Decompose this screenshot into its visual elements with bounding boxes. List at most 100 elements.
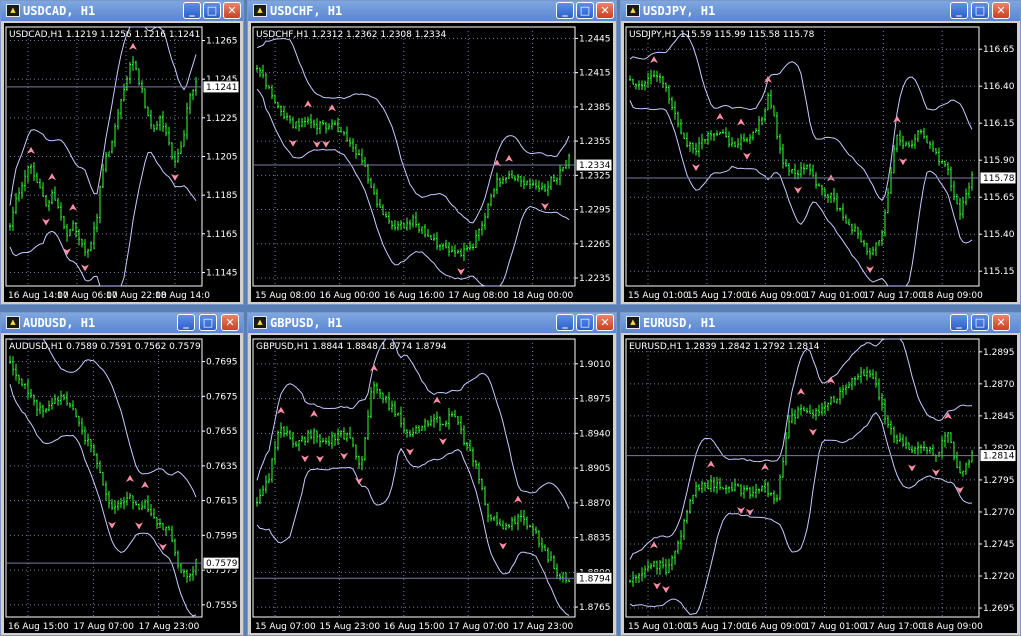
fractal-down-arrow-icon [340, 452, 348, 460]
minimize-icon[interactable]: _ [177, 314, 195, 331]
y-tick-label: 1.2695 [983, 604, 1015, 614]
fractal-up-arrow-icon [433, 396, 441, 404]
x-tick-label: 18 Aug 09:00 [922, 291, 983, 301]
y-tick-label: 1.8870 [579, 499, 611, 509]
y-tick-label: 1.2355 [579, 137, 611, 147]
y-tick-label: 0.7555 [206, 601, 238, 611]
chart-window-usdchf[interactable]: ▲ USDCHF, H1 _ □ ✕ 1.2445 1.2415 1.2385 1.2… [247, 0, 617, 305]
minimize-icon[interactable]: _ [950, 314, 968, 331]
fractal-down-arrow-icon [439, 438, 447, 446]
minimize-icon[interactable]: _ [556, 314, 574, 331]
y-tick-label: 1.2325 [579, 171, 611, 181]
x-tick-label: 15 Aug 17:00 [687, 291, 748, 301]
fractal-down-arrow-icon [171, 173, 179, 181]
fractal-down-arrow-icon [81, 264, 89, 272]
x-tick-label: 17 Aug 01:00 [805, 291, 866, 301]
fractal-down-arrow-icon [541, 202, 549, 210]
chart-app-icon: ▲ [626, 4, 640, 17]
y-tick-label: 1.8905 [579, 464, 611, 474]
fractal-down-arrow-icon [908, 464, 916, 472]
x-tick-label: 15 Aug 01:00 [628, 622, 689, 632]
price-chart[interactable]: 1.12651.12451.12251.12051.11851.11651.11… [4, 23, 242, 302]
fractal-down-arrow-icon [653, 582, 661, 590]
maximize-icon[interactable]: □ [971, 2, 989, 19]
close-icon[interactable]: ✕ [221, 314, 239, 331]
price-chart[interactable]: 116.65 116.40 116.15 115.90 115.65 115.40 115.… [624, 23, 1019, 302]
fractal-down-arrow-icon [108, 521, 116, 529]
chart-plot-area[interactable]: 116.65 116.40 116.15 115.90 115.65 115.40 115.… [624, 23, 1017, 302]
fractal-up-arrow-icon [893, 115, 901, 123]
close-icon[interactable]: ✕ [223, 2, 241, 19]
window-titlebar[interactable]: ▲ USDCAD, H1 _ □ ✕ [1, 1, 243, 21]
window-titlebar[interactable]: ▲ USDCHF, H1 _ □ ✕ [248, 1, 616, 21]
plot-frame [252, 338, 576, 618]
chart-plot-area[interactable]: 0.7695 0.7675 0.7655 0.7635 0.7615 0.7595 0.75… [4, 335, 240, 633]
fractal-up-arrow-icon [761, 463, 769, 471]
symbol-info-label: USDJPY,H1 115.59 115.99 115.58 115.78 [629, 30, 815, 40]
maximize-icon[interactable]: □ [203, 2, 221, 19]
y-tick-label: 1.2795 [983, 476, 1015, 486]
chart-plot-area[interactable]: 1.2895 1.2870 1.2845 1.2820 1.2795 1.2770 1.27… [624, 335, 1017, 633]
y-tick-label: 1.1205 [206, 153, 238, 163]
window-titlebar[interactable]: ▲ USDJPY, H1 _ □ ✕ [621, 1, 1020, 21]
fractal-down-arrow-icon [737, 507, 745, 515]
fractal-down-arrow-icon [899, 158, 907, 166]
y-tick-label: 0.7615 [206, 497, 238, 507]
y-tick-label: 115.65 [983, 193, 1015, 203]
last-price-label: 115.78 [983, 174, 1015, 184]
window-title: USDCHF, H1 [270, 4, 343, 18]
maximize-icon[interactable]: □ [576, 2, 594, 19]
minimize-icon[interactable]: _ [183, 2, 201, 19]
maximize-icon[interactable]: □ [199, 314, 217, 331]
fractal-down-arrow-icon [794, 186, 802, 194]
minimize-icon[interactable]: _ [556, 2, 574, 19]
window-titlebar[interactable]: ▲ AUDUSD, H1 _ □ ✕ [1, 313, 243, 333]
fractal-down-arrow-icon [313, 140, 321, 148]
y-tick-label: 1.8835 [579, 534, 611, 544]
y-tick-label: 1.2845 [983, 412, 1015, 422]
fractal-down-arrow-icon [406, 448, 414, 456]
chart-plot-area[interactable]: 1.2445 1.2415 1.2385 1.2355 1.2325 1.2295 1.22… [251, 23, 613, 302]
fractal-down-arrow-icon [457, 268, 465, 276]
chart-window-usdcad[interactable]: ▲ USDCAD, H1 _ □ ✕ 1.1265 1.1245 1.1225 1.1… [0, 0, 244, 305]
chart-window-usdjpy[interactable]: ▲ USDJPY, H1 _ □ ✕ 116.65 116.40 116.15 115… [620, 0, 1021, 305]
x-tick-label: 16 Aug 15:00 [384, 622, 445, 632]
chart-plot-area[interactable]: 1.90101.89751.89401.89051.88701.88351.88… [251, 335, 613, 633]
close-icon[interactable]: ✕ [596, 2, 614, 19]
maximize-icon[interactable]: □ [576, 314, 594, 331]
fractal-down-arrow-icon [301, 455, 309, 463]
symbol-info-label: USDCHF,H1 1.2312 1.2362 1.2308 1.2334 [256, 30, 446, 40]
chart-plot-area[interactable]: 1.1265 1.1245 1.1225 1.1205 1.1185 1.1165 1.11… [4, 23, 240, 302]
symbol-info-label: AUDUSD,H1 0.7589 0.7591 0.7562 0.7579 [9, 342, 201, 352]
chart-window-audusd[interactable]: ▲ AUDUSD, H1 _ □ ✕ 0.7695 0.7675 0.7655 0.7… [0, 312, 244, 636]
fractal-up-arrow-icon [514, 495, 522, 503]
y-tick-label: 1.2720 [983, 572, 1015, 582]
price-chart[interactable]: 1.90101.89751.89401.89051.88701.88351.88… [251, 335, 615, 633]
x-tick-label: 17 Aug 17:00 [863, 622, 924, 632]
y-tick-label: 1.8765 [579, 603, 611, 613]
fractal-down-arrow-icon [355, 477, 363, 485]
plot-frame [625, 338, 980, 618]
minimize-icon[interactable]: _ [950, 2, 968, 19]
price-chart[interactable]: 1.28951.28701.28451.28201.27951.27701.27… [624, 335, 1019, 633]
chart-app-icon: ▲ [253, 4, 267, 17]
chart-window-gbpusd[interactable]: ▲ GBPUSD, H1 _ □ ✕ 1.9010 1.8975 1.8940 1.8… [247, 312, 617, 636]
y-tick-label: 1.1225 [206, 114, 238, 124]
close-icon[interactable]: ✕ [992, 314, 1010, 331]
window-titlebar[interactable]: ▲ EURUSD, H1 _ □ ✕ [621, 313, 1020, 333]
price-chart[interactable]: 1.2445 1.2415 1.2385 1.2355 1.2325 1.2295 1.22… [251, 23, 615, 302]
window-title: GBPUSD, H1 [270, 316, 343, 330]
chart-window-eurusd[interactable]: ▲ EURUSD, H1 _ □ ✕ 1.2895 1.2870 1.2845 1.2… [620, 312, 1021, 636]
fractal-up-arrow-icon [129, 42, 137, 50]
fractal-up-arrow-icon [69, 203, 77, 211]
y-tick-label: 115.90 [983, 156, 1015, 166]
close-icon[interactable]: ✕ [992, 2, 1010, 19]
y-tick-label: 1.2265 [579, 240, 611, 250]
maximize-icon[interactable]: □ [971, 314, 989, 331]
x-tick-label: 18 Aug 09:00 [922, 622, 983, 632]
close-icon[interactable]: ✕ [596, 314, 614, 331]
x-tick-label: 16 Aug 00:00 [319, 291, 380, 301]
x-tick-label: 17 Aug 07:00 [448, 622, 509, 632]
price-chart[interactable]: 0.7695 0.7675 0.7655 0.7635 0.7615 0.7595 0.75… [4, 335, 242, 633]
window-titlebar[interactable]: ▲ GBPUSD, H1 _ □ ✕ [248, 313, 616, 333]
